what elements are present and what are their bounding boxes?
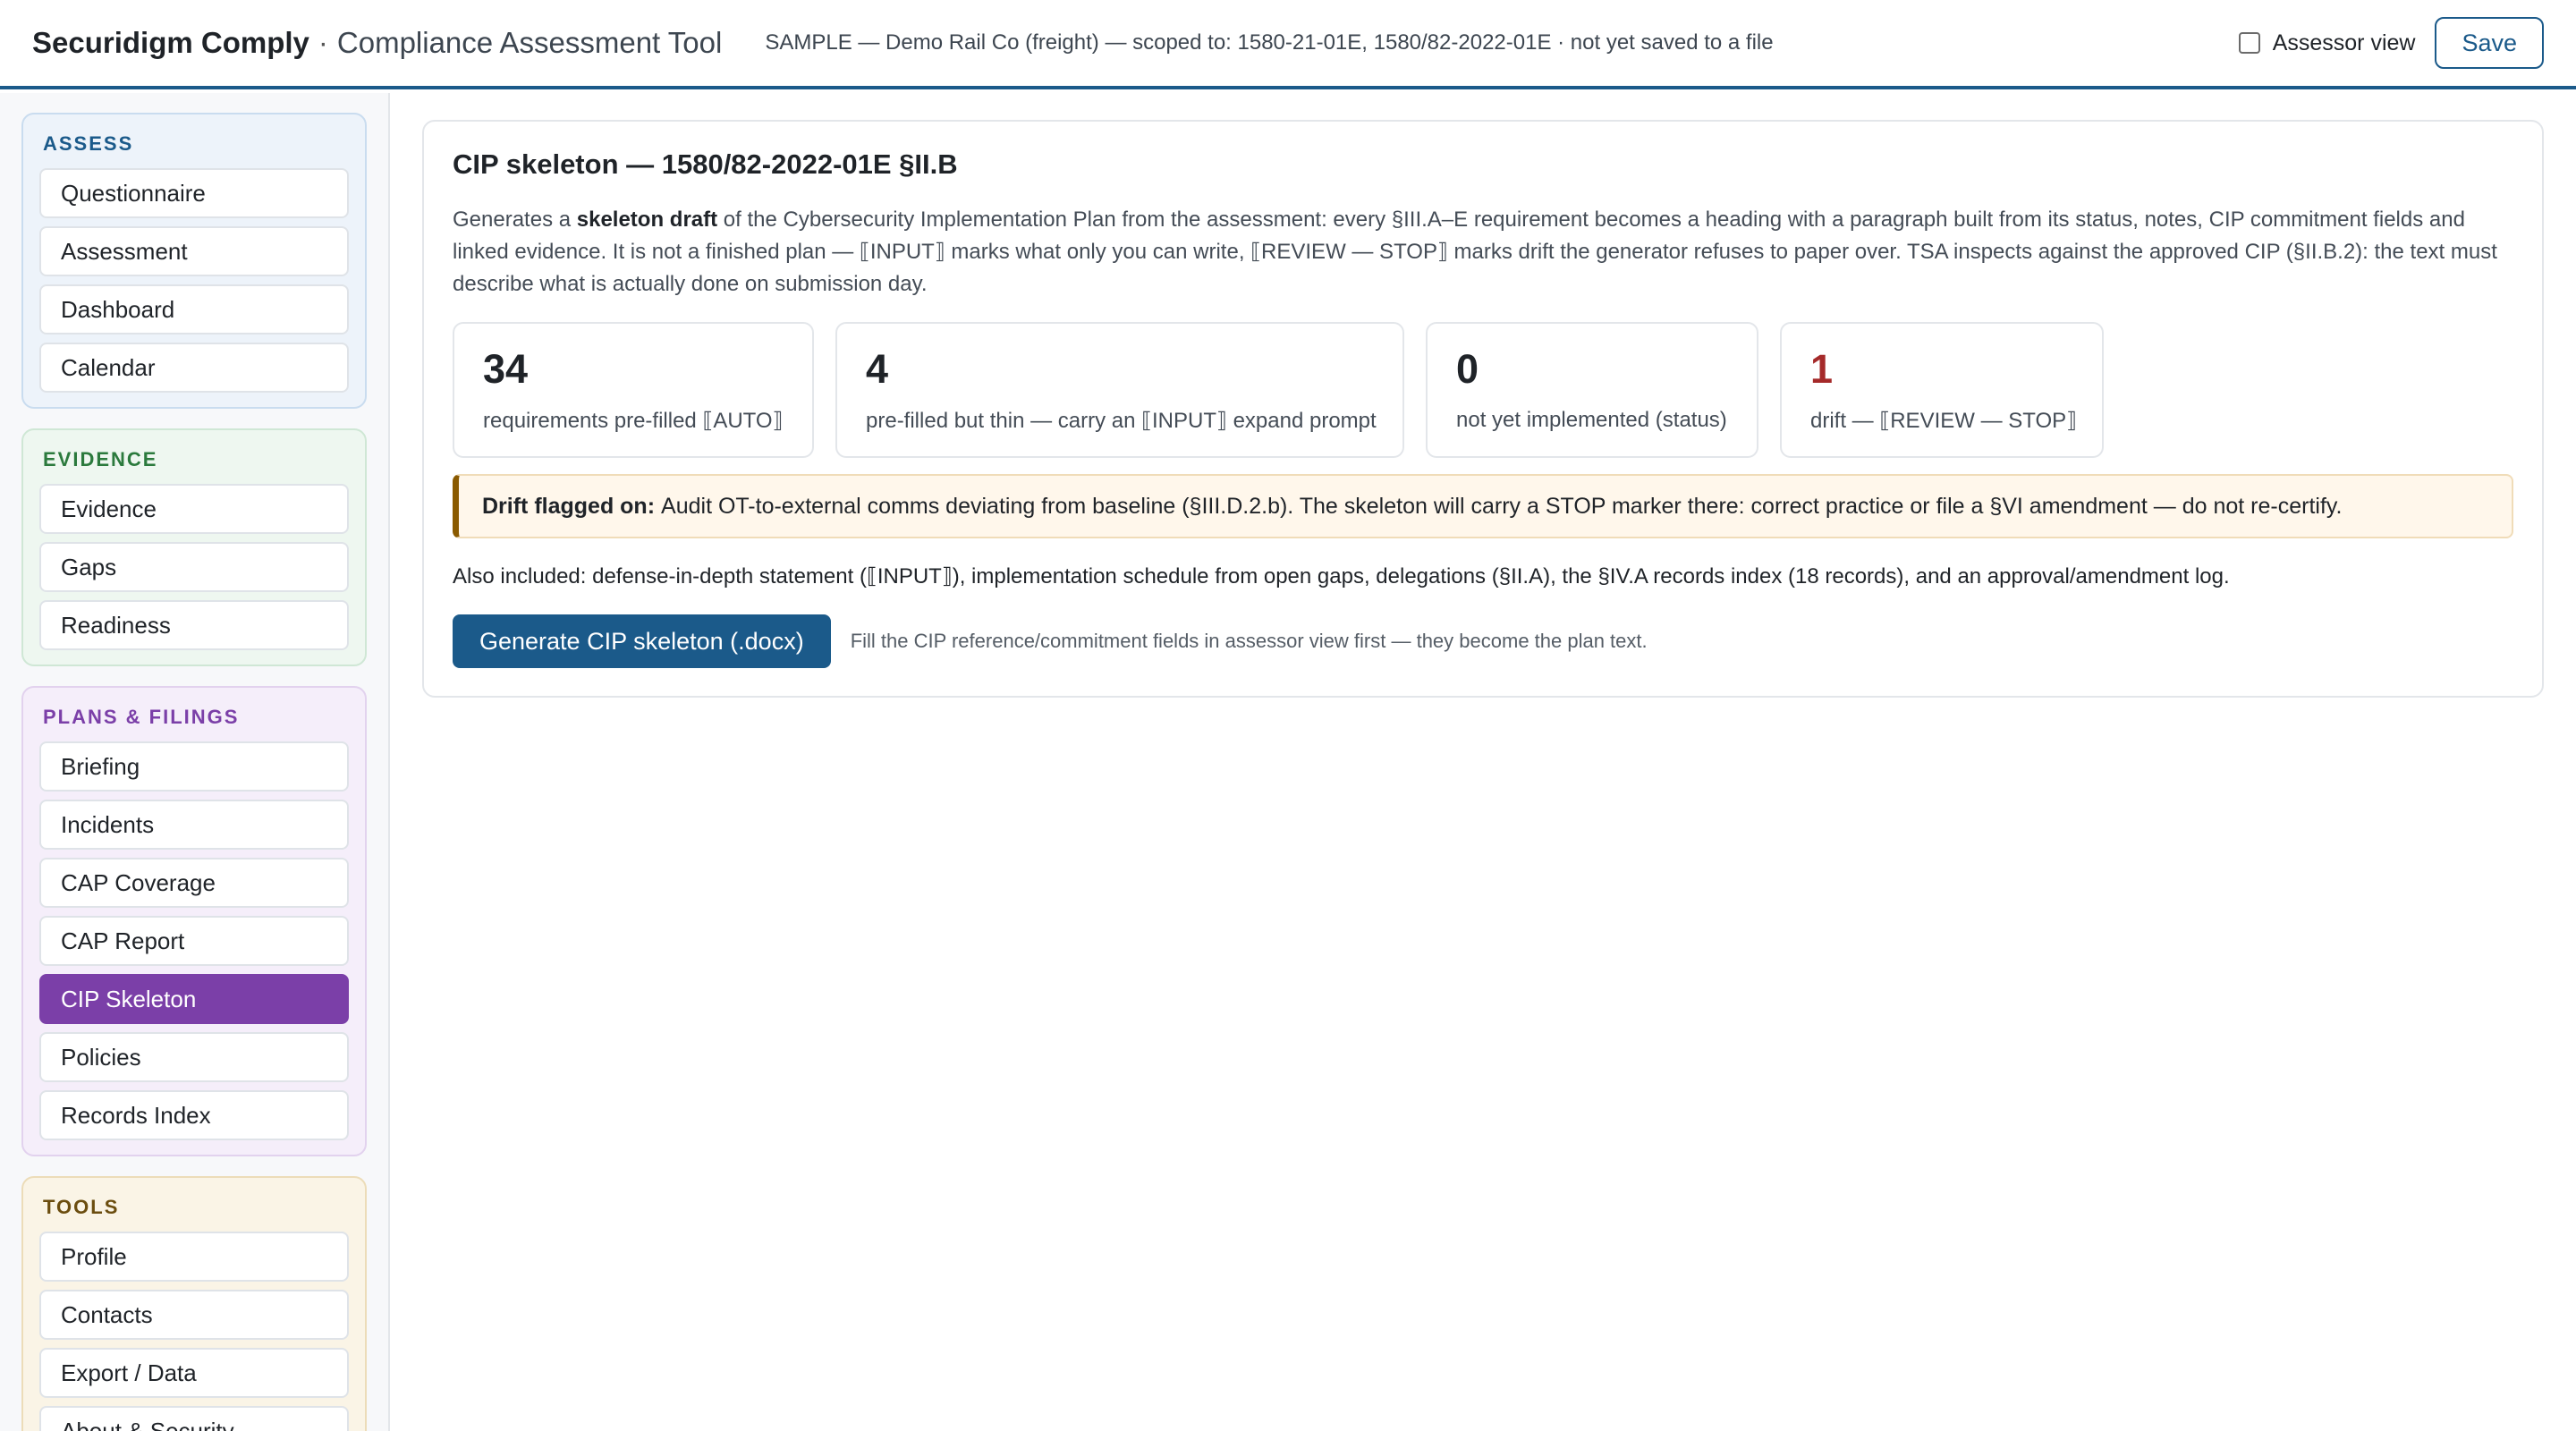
- assessor-view-toggle[interactable]: Assessor view: [2238, 30, 2416, 56]
- nav-group-evidence: EVIDENCE Evidence Gaps Readiness: [21, 428, 367, 666]
- stat-prefilled: 34 requirements pre-filled ⟦AUTO⟧: [453, 322, 814, 458]
- drift-alert-text: Audit OT-to-external comms deviating fro…: [661, 493, 2343, 519]
- intro-bold: skeleton draft: [576, 207, 718, 232]
- nav-group-title: TOOLS: [43, 1196, 120, 1218]
- nav-group-assess: ASSESS Questionnaire Assessment Dashboar…: [21, 113, 367, 409]
- stats-row: 34 requirements pre-filled ⟦AUTO⟧ 4 pre-…: [453, 322, 2513, 458]
- sidebar-item-policies[interactable]: Policies: [39, 1032, 349, 1082]
- drift-alert-label: Drift flagged on:: [482, 493, 656, 519]
- sidebar-item-gaps[interactable]: Gaps: [39, 542, 349, 592]
- nav-group-title: ASSESS: [43, 132, 134, 155]
- sidebar-item-records-index[interactable]: Records Index: [39, 1090, 349, 1140]
- sidebar: ASSESS Questionnaire Assessment Dashboar…: [0, 93, 390, 1431]
- intro-text: Generates a skeleton draft of the Cybers…: [453, 204, 2510, 301]
- header-actions: Assessor view Save: [2238, 17, 2544, 69]
- sidebar-item-about-security[interactable]: About & Security: [39, 1406, 349, 1431]
- assessor-view-checkbox[interactable]: [2238, 32, 2260, 54]
- sidebar-item-contacts[interactable]: Contacts: [39, 1290, 349, 1340]
- stat-label: not yet implemented (status): [1456, 408, 1727, 432]
- generate-cip-button[interactable]: Generate CIP skeleton (.docx): [453, 614, 831, 668]
- sidebar-item-cap-coverage[interactable]: CAP Coverage: [39, 858, 349, 908]
- stat-label: drift — ⟦REVIEW — STOP⟧: [1810, 409, 2078, 433]
- sidebar-item-cap-report[interactable]: CAP Report: [39, 916, 349, 966]
- app-header: Securidigm Comply · Compliance Assessmen…: [0, 0, 2576, 89]
- stat-label: requirements pre-filled ⟦AUTO⟧: [483, 409, 784, 433]
- cip-skeleton-card: CIP skeleton — 1580/82-2022-01E §II.B Ge…: [422, 120, 2544, 698]
- sidebar-item-questionnaire[interactable]: Questionnaire: [39, 168, 349, 218]
- sidebar-item-profile[interactable]: Profile: [39, 1232, 349, 1282]
- app-brand: Securidigm Comply: [32, 26, 309, 59]
- sidebar-item-evidence[interactable]: Evidence: [39, 484, 349, 534]
- app-subtitle: Compliance Assessment Tool: [336, 26, 723, 59]
- stat-value: 1: [1810, 346, 1834, 392]
- sidebar-item-cip-skeleton[interactable]: CIP Skeleton: [39, 974, 349, 1024]
- generate-hint: Fill the CIP reference/commitment fields…: [850, 630, 1648, 652]
- stat-not-implemented: 0 not yet implemented (status): [1426, 322, 1758, 458]
- stat-value: 34: [483, 346, 529, 392]
- sidebar-item-readiness[interactable]: Readiness: [39, 600, 349, 650]
- nav-group-plans-filings: PLANS & FILINGS Briefing Incidents CAP C…: [21, 686, 367, 1156]
- save-button[interactable]: Save: [2435, 17, 2544, 69]
- page-title: CIP skeleton — 1580/82-2022-01E §II.B: [453, 148, 958, 180]
- assessor-view-label: Assessor view: [2272, 30, 2416, 55]
- stat-drift: 1 drift — ⟦REVIEW — STOP⟧: [1780, 322, 2104, 458]
- sidebar-item-export-data[interactable]: Export / Data: [39, 1348, 349, 1398]
- actions-row: Generate CIP skeleton (.docx) Fill the C…: [453, 614, 2513, 668]
- sidebar-item-incidents[interactable]: Incidents: [39, 800, 349, 850]
- nav-group-title: EVIDENCE: [43, 448, 158, 470]
- nav-group-tools: TOOLS Profile Contacts Export / Data Abo…: [21, 1176, 367, 1431]
- stat-label: pre-filled but thin — carry an ⟦INPUT⟧ e…: [866, 409, 1377, 433]
- stat-value: 4: [866, 346, 889, 392]
- sidebar-item-calendar[interactable]: Calendar: [39, 343, 349, 393]
- sidebar-item-assessment[interactable]: Assessment: [39, 226, 349, 276]
- nav-group-title: PLANS & FILINGS: [43, 706, 240, 728]
- scope-context: SAMPLE — Demo Rail Co (freight) — scoped…: [765, 30, 1774, 55]
- stat-value: 0: [1456, 346, 1479, 392]
- intro-pre: Generates a: [453, 207, 577, 232]
- stat-thin: 4 pre-filled but thin — carry an ⟦INPUT⟧…: [835, 322, 1404, 458]
- drift-alert: Drift flagged on: Audit OT-to-external c…: [453, 474, 2513, 538]
- intro-post: of the Cybersecurity Implementation Plan…: [453, 207, 2497, 296]
- sidebar-item-dashboard[interactable]: Dashboard: [39, 284, 349, 334]
- also-included-text: Also included: defense-in-depth statemen…: [453, 564, 2230, 588]
- sidebar-item-briefing[interactable]: Briefing: [39, 741, 349, 792]
- brand-separator: ·: [318, 26, 328, 59]
